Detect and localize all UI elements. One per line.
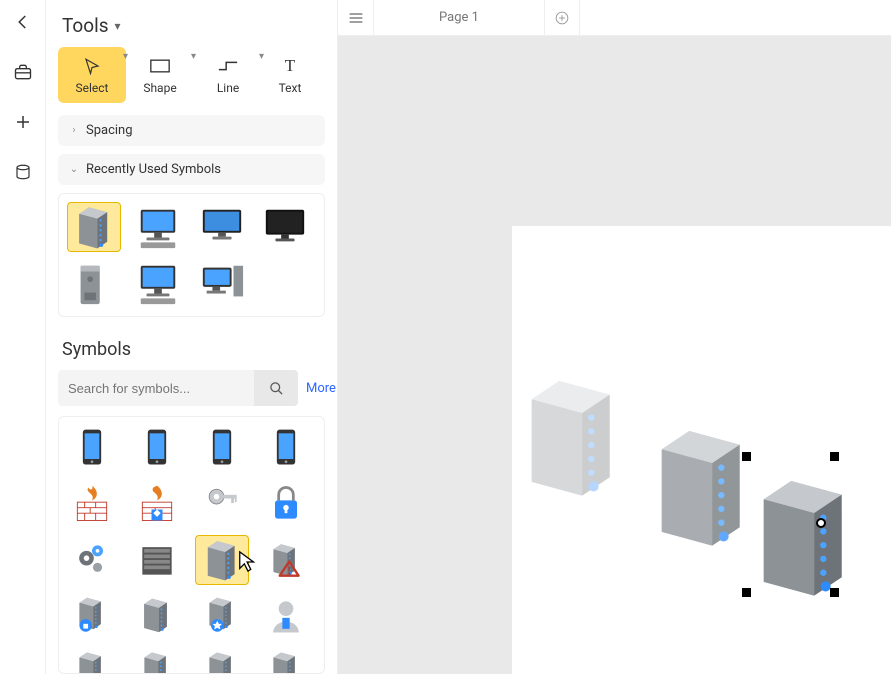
symbol-admin-user[interactable]	[259, 591, 313, 641]
shape-tool[interactable]: ▾ Shape	[126, 47, 194, 103]
recent-symbols-panel: ⌄ Recently Used Symbols	[58, 154, 325, 185]
list-icon	[348, 11, 364, 25]
symbol-pc-monitor[interactable]	[131, 258, 185, 308]
spacing-header[interactable]: › Spacing	[58, 115, 325, 146]
symbol-server-tower[interactable]	[195, 535, 249, 585]
more-label: More	[306, 381, 336, 396]
canvas[interactable]	[338, 36, 891, 674]
tab-label: Page 1	[439, 10, 479, 25]
recent-symbols-grid	[58, 193, 325, 317]
panel-label: Spacing	[86, 123, 133, 138]
connector-icon	[217, 55, 239, 77]
database-icon[interactable]	[7, 156, 39, 188]
symbol-server-folder[interactable]	[259, 647, 313, 674]
chevron-right-icon: ›	[68, 125, 80, 136]
symbol-phone[interactable]	[65, 423, 119, 473]
symbols-section-title: Symbols	[62, 339, 325, 360]
selection-handle-ne[interactable]	[830, 452, 839, 461]
rotation-handle[interactable]	[816, 518, 826, 528]
spacing-panel: › Spacing	[58, 115, 325, 146]
text-icon: T	[279, 55, 301, 77]
symbol-search-row: More +	[58, 370, 325, 406]
canvas-area: Page 1	[338, 0, 891, 674]
symbol-server-cert[interactable]	[195, 591, 249, 641]
tool-row: ▾ Select ▾ Shape ▾ Line T Text	[58, 47, 325, 103]
symbol-pc-with-tower[interactable]	[195, 258, 249, 308]
text-tool[interactable]: T Text	[262, 47, 318, 103]
cursor-icon	[81, 55, 103, 77]
sheets-list-button[interactable]	[338, 0, 374, 35]
page-tabs: Page 1	[338, 0, 891, 36]
tool-label: Select	[76, 81, 109, 95]
symbol-phone[interactable]	[195, 423, 249, 473]
symbol-desktop-tower[interactable]	[67, 258, 121, 308]
tools-panel-title[interactable]: Tools ▾	[62, 14, 325, 37]
line-tool[interactable]: ▾ Line	[194, 47, 262, 103]
symbol-firewall-route[interactable]	[130, 479, 184, 529]
symbol-phone[interactable]	[259, 423, 313, 473]
left-rail	[0, 0, 46, 674]
symbol-workstation[interactable]	[131, 202, 185, 252]
tools-panel: Tools ▾ ▾ Select ▾ Shape ▾ Line T Tex	[46, 0, 338, 674]
selection-handle-se[interactable]	[830, 588, 839, 597]
symbol-library	[58, 416, 325, 674]
add-page-button[interactable]	[544, 0, 580, 35]
tool-label: Line	[217, 81, 239, 95]
tool-label: Shape	[143, 81, 176, 95]
symbol-phone[interactable]	[130, 423, 184, 473]
chevron-down-icon: ⌄	[68, 164, 80, 175]
symbol-rack[interactable]	[130, 535, 184, 585]
symbol-search-input[interactable]	[58, 381, 254, 396]
toolbox-icon[interactable]	[7, 56, 39, 88]
symbol-server-alert[interactable]	[259, 535, 313, 585]
canvas-object-server-selected[interactable]	[750, 456, 860, 620]
search-icon	[269, 381, 284, 396]
symbol-server-tower[interactable]	[67, 202, 121, 252]
symbol-server-finance[interactable]	[195, 647, 249, 674]
symbol-server-folder[interactable]	[65, 647, 119, 674]
back-button[interactable]	[7, 6, 39, 38]
panel-label: Recently Used Symbols	[86, 162, 221, 177]
tool-label: Text	[279, 81, 302, 95]
selection-handle-sw[interactable]	[742, 588, 751, 597]
selection-handle-nw[interactable]	[742, 452, 751, 461]
symbol-server[interactable]	[130, 591, 184, 641]
canvas-object-server-ghost[interactable]	[518, 356, 628, 520]
panel-title-text: Tools	[62, 14, 109, 37]
symbol-key[interactable]	[195, 479, 249, 529]
symbol-server-lock[interactable]	[65, 591, 119, 641]
rectangle-icon	[149, 55, 171, 77]
add-icon	[555, 11, 569, 25]
more-symbols-link[interactable]: More +	[306, 381, 338, 396]
tab-page-1[interactable]: Page 1	[374, 0, 544, 35]
search-button[interactable]	[254, 370, 298, 406]
chevron-down-icon: ▾	[115, 19, 121, 33]
symbol-search	[58, 370, 298, 406]
recent-header[interactable]: ⌄ Recently Used Symbols	[58, 154, 325, 185]
symbol-firewall[interactable]	[65, 479, 119, 529]
add-icon[interactable]	[7, 106, 39, 138]
symbol-widescreen[interactable]	[195, 202, 249, 252]
select-tool[interactable]: ▾ Select	[58, 47, 126, 103]
symbol-server-db[interactable]	[130, 647, 184, 674]
canvas-object-server-ghost[interactable]	[648, 406, 758, 570]
symbol-gears[interactable]	[65, 535, 119, 585]
symbol-monitor-dark[interactable]	[258, 202, 312, 252]
symbol-lock[interactable]	[259, 479, 313, 529]
